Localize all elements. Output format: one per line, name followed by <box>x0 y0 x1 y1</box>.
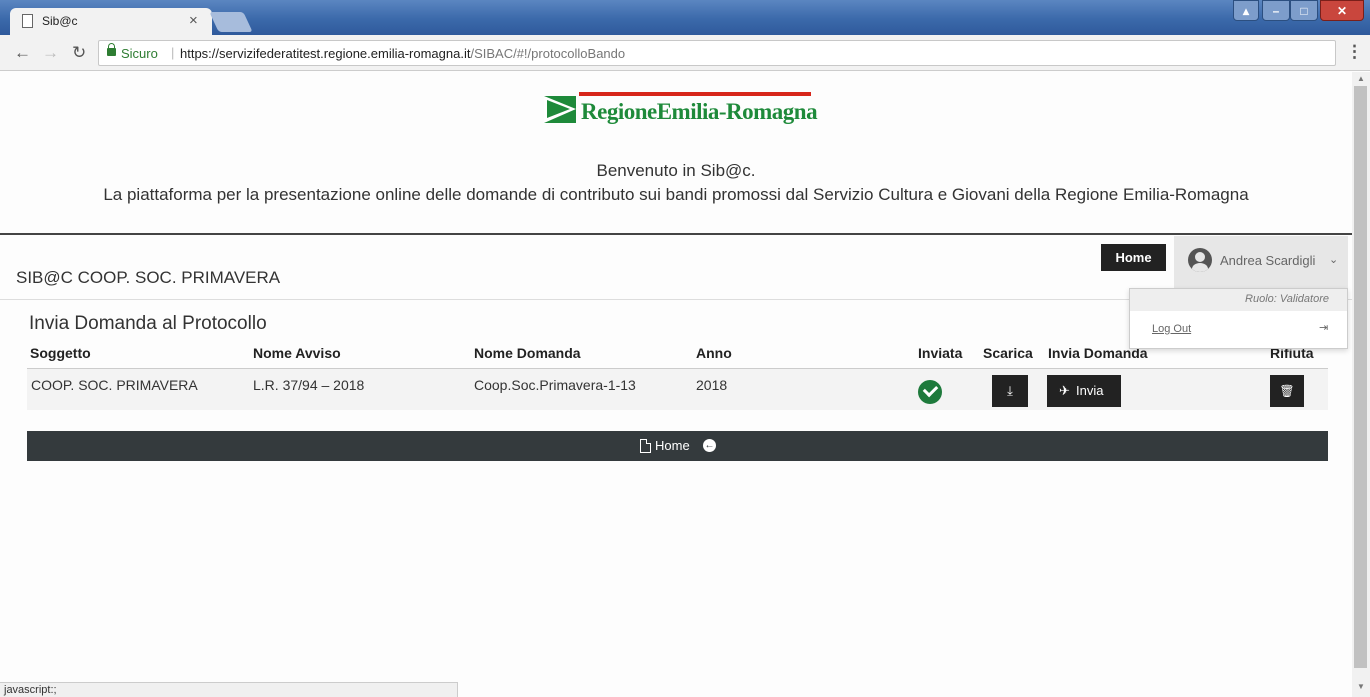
tagline-text: La piattaforma per la presentazione onli… <box>103 185 1249 204</box>
sent-check-icon <box>918 380 942 404</box>
paper-plane-icon: ✈ <box>1059 383 1070 398</box>
tab-title: Sib@c <box>42 14 78 28</box>
browser-titlebar: Sib@c × ▴ – □ ✕ <box>0 0 1370 35</box>
tab-close-icon[interactable]: × <box>189 12 198 29</box>
regione-flag-icon <box>544 96 576 123</box>
secure-label: Sicuro <box>121 46 158 61</box>
url-text[interactable]: https://servizifederatitest.regione.emil… <box>180 46 625 61</box>
window-extra-button[interactable]: ▴ <box>1233 0 1259 21</box>
header-divider <box>0 233 1352 235</box>
user-dropdown-menu: Ruolo: Validatore Log Out ⇥ <box>1129 288 1348 349</box>
invia-button[interactable]: ✈ Invia <box>1047 375 1121 407</box>
coop-name: SIB@C COOP. SOC. PRIMAVERA <box>16 268 281 287</box>
document-icon <box>640 439 651 453</box>
vertical-scrollbar[interactable]: ▲ ▼ <box>1352 72 1370 697</box>
arrow-left-circle-icon: ← <box>703 439 716 452</box>
user-menu-toggle[interactable]: Andrea Scardigli ⌄ <box>1174 236 1348 289</box>
browser-toolbar: ← → ↻ Sicuro | https://servizifederatite… <box>0 35 1370 71</box>
column-header-soggetto: Soggetto <box>30 345 91 361</box>
scroll-down-arrow-icon[interactable]: ▼ <box>1357 682 1365 691</box>
window-close-button[interactable]: ✕ <box>1320 0 1364 21</box>
cell-nome-avviso: L.R. 37/94 – 2018 <box>253 377 365 393</box>
url-host: https://servizifederatitest.regione.emil… <box>180 46 471 61</box>
footer-home-label: Home <box>655 438 690 453</box>
window-maximize-button[interactable]: □ <box>1290 0 1318 21</box>
cell-anno: 2018 <box>696 377 728 393</box>
column-header-anno: Anno <box>696 345 732 361</box>
cell-nome-domanda: Coop.Soc.Primavera-1-13 <box>474 377 636 393</box>
status-text: javascript:; <box>4 684 57 696</box>
reject-button[interactable]: 🗑 <box>1270 375 1304 407</box>
column-header-nome-domanda: Nome Domanda <box>474 345 581 361</box>
welcome-text: Benvenuto in Sib@c. <box>596 161 756 180</box>
new-tab-button[interactable] <box>209 12 253 32</box>
logo-red-line <box>579 92 811 96</box>
back-arrow-icon[interactable]: ← <box>14 43 31 63</box>
home-button[interactable]: Home <box>1101 244 1166 271</box>
column-header-inviata: Inviata <box>918 345 963 361</box>
dropdown-role: Ruolo: Validatore <box>1130 289 1347 311</box>
sign-out-icon[interactable]: ⇥ <box>1319 321 1328 334</box>
browser-status-bar: javascript:; <box>0 682 458 697</box>
user-name: Andrea Scardigli <box>1220 253 1316 268</box>
scroll-up-arrow-icon[interactable]: ▲ <box>1357 74 1365 83</box>
logo-text: RegioneEmilia-Romagna <box>581 99 818 124</box>
chevron-down-icon: ⌄ <box>1329 254 1339 266</box>
download-button[interactable]: ⤓ <box>992 375 1028 407</box>
page-icon <box>22 14 33 28</box>
trash-icon: 🗑 <box>1279 384 1295 398</box>
scroll-thumb[interactable] <box>1354 86 1367 668</box>
column-header-nome-avviso: Nome Avviso <box>253 345 341 361</box>
page-title: Invia Domanda al Protocollo <box>29 313 267 334</box>
role-label: Ruolo: Validatore <box>1245 293 1329 305</box>
column-header-scarica: Scarica <box>983 345 1033 361</box>
logout-link[interactable]: Log Out <box>1152 323 1191 335</box>
cell-soggetto: COOP. SOC. PRIMAVERA <box>31 377 198 393</box>
regione-logo: RegioneEmilia-Romagna <box>544 91 818 133</box>
footer-home-bar[interactable]: Home ← <box>27 431 1328 461</box>
browser-menu-icon[interactable]: ⋮ <box>1346 42 1363 62</box>
user-avatar-icon <box>1188 248 1212 272</box>
window-minimize-button[interactable]: – <box>1262 0 1290 21</box>
address-bar[interactable]: Sicuro | https://servizifederatitest.reg… <box>98 40 1336 66</box>
url-separator: | <box>171 45 175 60</box>
table-row <box>27 369 1328 410</box>
browser-tab[interactable]: Sib@c × <box>10 8 212 35</box>
url-path: /SIBAC/#!/protocolloBando <box>470 46 626 61</box>
reload-icon[interactable]: ↻ <box>72 43 86 63</box>
invia-label: Invia <box>1076 383 1104 398</box>
forward-arrow-icon[interactable]: → <box>42 43 59 63</box>
download-icon: ⤓ <box>1007 383 1013 398</box>
page-content: RegioneEmilia-Romagna Benvenuto in Sib@c… <box>0 72 1352 697</box>
lock-icon <box>107 43 116 56</box>
